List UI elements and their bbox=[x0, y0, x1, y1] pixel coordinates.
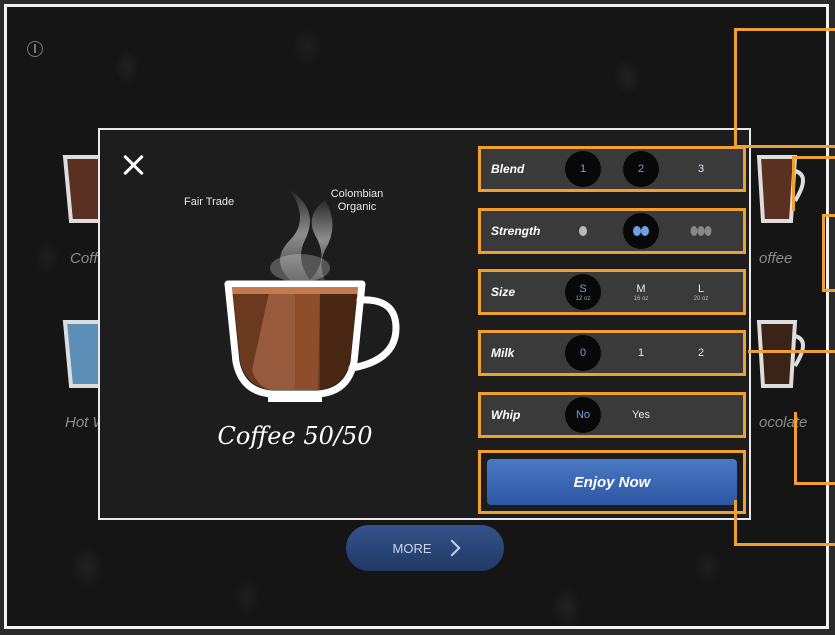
menu-item-label[interactable]: Coff bbox=[70, 250, 98, 267]
menu-item-label[interactable]: offee bbox=[759, 250, 792, 267]
size-medium-label: M bbox=[636, 282, 646, 295]
whip-option-row: Whip No Yes bbox=[478, 392, 746, 438]
milk-option-2[interactable]: 2 bbox=[683, 335, 719, 371]
size-small-label: S bbox=[579, 282, 587, 295]
size-option-medium[interactable]: M 16 oz bbox=[623, 274, 659, 310]
blend-option-3-label: 3 bbox=[697, 163, 705, 175]
blend-option-1-label: 1 bbox=[579, 163, 587, 175]
milk-option-0[interactable]: 0 bbox=[565, 335, 601, 371]
whip-no-label: No bbox=[575, 409, 591, 421]
brand-logo-icon bbox=[27, 41, 43, 57]
annotation-frame bbox=[734, 500, 835, 546]
milk-option-2-label: 2 bbox=[697, 347, 705, 359]
whip-option-no[interactable]: No bbox=[565, 397, 601, 433]
size-large-oz: 20 oz bbox=[693, 295, 709, 302]
strength-level-2[interactable] bbox=[623, 213, 659, 249]
enjoy-now-button[interactable]: Enjoy Now bbox=[487, 459, 737, 505]
milk-option-1[interactable]: 1 bbox=[623, 335, 659, 371]
blend-option-3[interactable]: 3 bbox=[683, 151, 719, 187]
annotation-frame bbox=[794, 412, 835, 485]
milk-option-row: Milk 0 1 2 bbox=[478, 330, 746, 376]
milk-option-1-label: 1 bbox=[637, 347, 645, 359]
milk-option-0-label: 0 bbox=[579, 347, 587, 359]
size-large-label: L bbox=[697, 282, 705, 295]
strength-level-1[interactable] bbox=[565, 213, 601, 249]
more-button-label: MORE bbox=[392, 540, 432, 556]
size-label: Size bbox=[491, 285, 516, 299]
chocolate-cup-icon[interactable] bbox=[755, 314, 815, 394]
size-small-oz: 12 oz bbox=[575, 295, 591, 302]
size-option-large[interactable]: L 20 oz bbox=[683, 274, 719, 310]
size-option-row: Size S 12 oz M 16 oz L 20 oz bbox=[478, 269, 746, 315]
coffee-beans-icon bbox=[690, 226, 712, 236]
milk-label: Milk bbox=[491, 346, 515, 360]
blend-option-2[interactable]: 2 bbox=[623, 151, 659, 187]
annotation-frame bbox=[748, 350, 835, 353]
annotation-frame bbox=[822, 214, 835, 292]
coffee-beans-icon bbox=[633, 226, 649, 236]
whip-label: Whip bbox=[491, 408, 521, 422]
more-button[interactable]: MORE bbox=[346, 525, 504, 571]
coffee-bean-icon bbox=[579, 226, 587, 236]
annotation-frame bbox=[792, 156, 835, 211]
strength-label: Strength bbox=[491, 224, 541, 238]
enjoy-now-outline: Enjoy Now bbox=[478, 450, 746, 514]
coffee-cup-illustration bbox=[224, 190, 400, 402]
whip-option-yes[interactable]: Yes bbox=[623, 397, 659, 433]
whip-yes-label: Yes bbox=[632, 409, 650, 421]
strength-option-row: Strength bbox=[478, 208, 746, 254]
size-medium-oz: 16 oz bbox=[633, 295, 649, 302]
size-option-small[interactable]: S 12 oz bbox=[565, 274, 601, 310]
blend-option-row: Blend 1 2 3 bbox=[478, 146, 746, 192]
blend-option-1[interactable]: 1 bbox=[565, 151, 601, 187]
strength-level-3[interactable] bbox=[683, 213, 719, 249]
blend-label: Blend bbox=[491, 162, 525, 176]
blend-option-2-label: 2 bbox=[637, 163, 645, 175]
drink-name-title: Coffee 50/50 bbox=[217, 422, 373, 450]
close-icon[interactable] bbox=[120, 152, 148, 180]
drink-customize-modal: Fair Trade Colombian Organic Coffee 50/5… bbox=[98, 128, 751, 520]
annotation-frame bbox=[734, 28, 835, 148]
chevron-right-icon bbox=[443, 539, 460, 557]
